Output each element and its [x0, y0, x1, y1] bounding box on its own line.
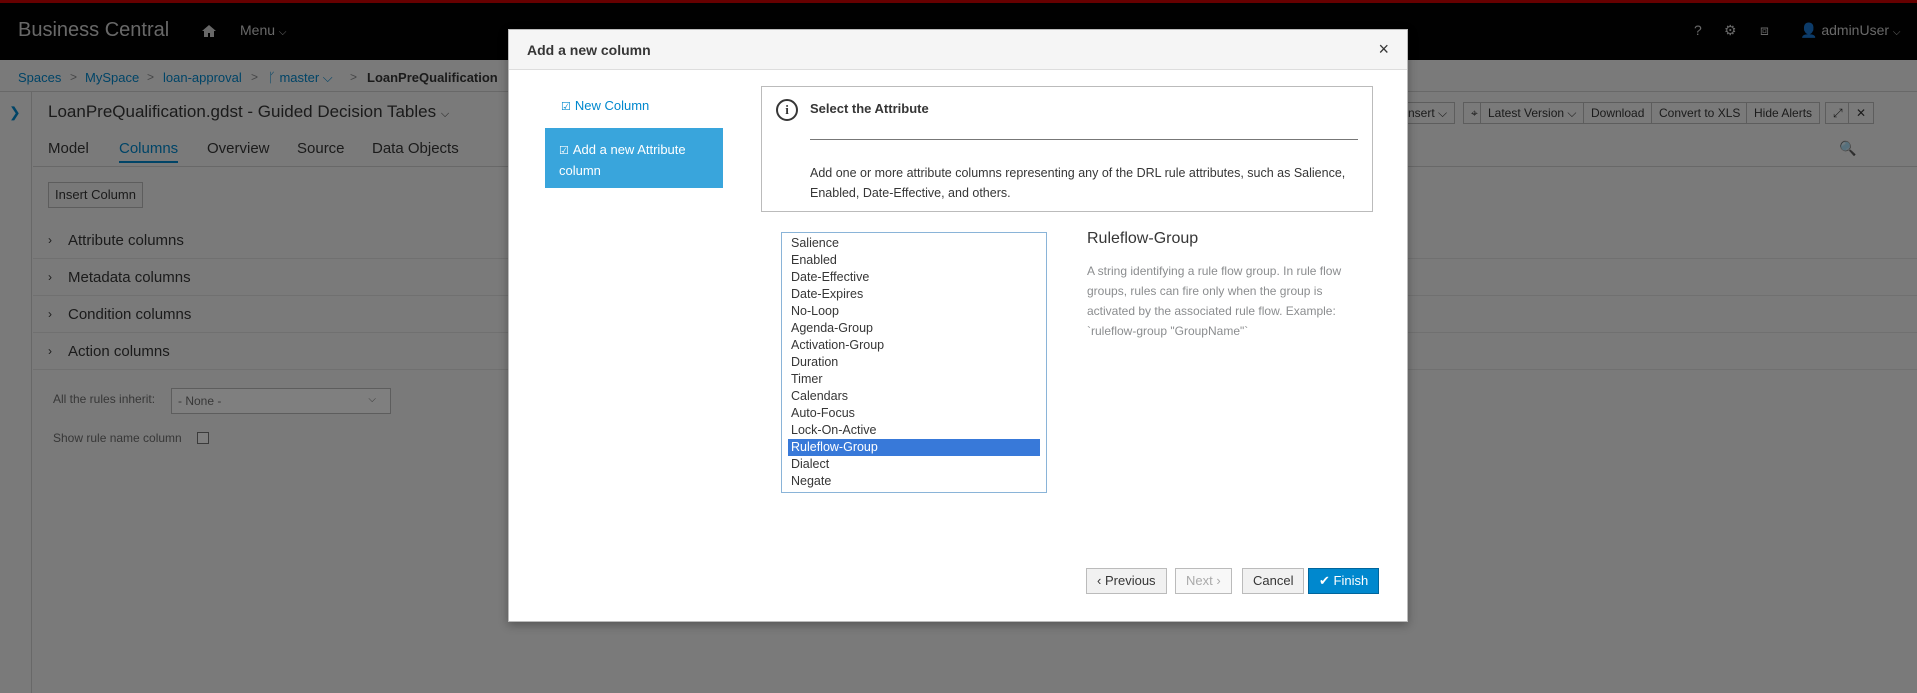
- list-item[interactable]: Calendars: [788, 388, 1040, 405]
- list-item[interactable]: Date-Effective: [788, 269, 1040, 286]
- attribute-description-title: Ruleflow-Group: [1087, 230, 1199, 247]
- info-title: Select the Attribute: [810, 101, 929, 116]
- list-item[interactable]: Date-Expires: [788, 286, 1040, 303]
- list-item[interactable]: Salience: [788, 235, 1040, 252]
- check-square-icon: ☑: [559, 145, 569, 157]
- check-icon: ✔: [1319, 573, 1330, 588]
- info-text: Add one or more attribute columns repres…: [810, 166, 1346, 200]
- attribute-listbox[interactable]: Salience Enabled Date-Effective Date-Exp…: [781, 232, 1047, 493]
- close-icon[interactable]: ×: [1378, 39, 1389, 60]
- chevron-left-icon: ‹: [1097, 573, 1102, 588]
- divider: [810, 139, 1358, 140]
- list-item[interactable]: Lock-On-Active: [788, 422, 1040, 439]
- list-item[interactable]: No-Loop: [788, 303, 1040, 320]
- list-item[interactable]: Dialect: [788, 456, 1040, 473]
- add-column-modal: Add a new column × ☑ New Column ☑ Add a ne…: [508, 29, 1408, 622]
- list-item[interactable]: Enabled: [788, 252, 1040, 269]
- modal-header: Add a new column ×: [509, 30, 1407, 70]
- list-item[interactable]: Activation-Group: [788, 337, 1040, 354]
- next-button[interactable]: Next ›: [1175, 568, 1232, 594]
- previous-button[interactable]: ‹ Previous: [1086, 568, 1167, 594]
- info-icon: i: [776, 99, 798, 121]
- check-square-icon: ☑: [561, 101, 571, 113]
- modal-title: Add a new column: [527, 42, 651, 58]
- step-new-column[interactable]: ☑ New Column: [545, 98, 723, 113]
- info-box: i Select the Attribute Add one or more a…: [761, 86, 1373, 212]
- list-item-selected[interactable]: Ruleflow-Group: [788, 439, 1040, 456]
- chevron-right-icon: ›: [1216, 573, 1221, 588]
- list-item[interactable]: Duration: [788, 354, 1040, 371]
- cancel-button[interactable]: Cancel: [1242, 568, 1305, 594]
- list-item[interactable]: Agenda-Group: [788, 320, 1040, 337]
- attribute-description-text: A string identifying a rule flow group. …: [1087, 264, 1342, 338]
- list-item[interactable]: Negate: [788, 473, 1040, 490]
- finish-button[interactable]: ✔ Finish: [1308, 568, 1380, 594]
- step-add-attribute-column[interactable]: ☑ Add a new Attribute column: [545, 128, 723, 188]
- list-item[interactable]: Auto-Focus: [788, 405, 1040, 422]
- list-item[interactable]: Timer: [788, 371, 1040, 388]
